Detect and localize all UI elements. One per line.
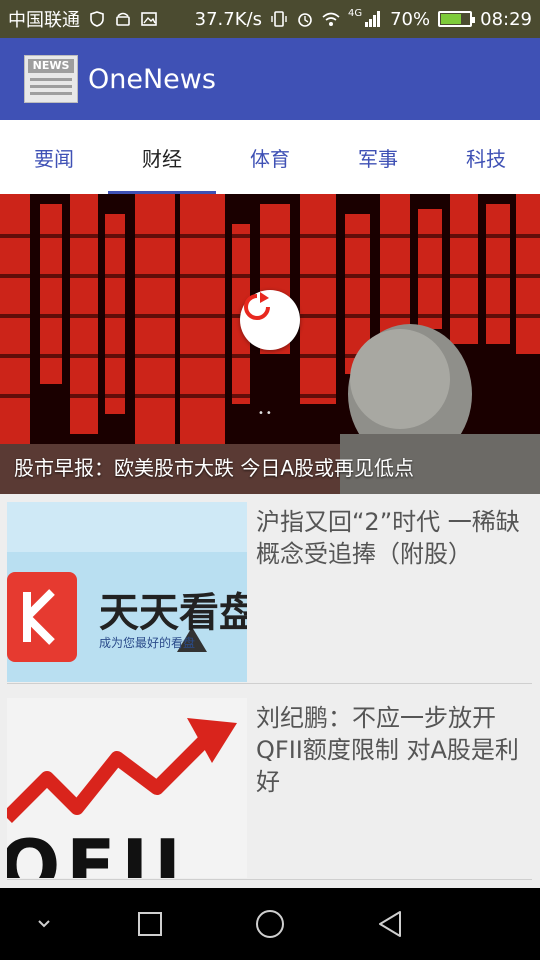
- news-logo-icon: NEWS: [24, 55, 78, 103]
- signal-icon: [365, 11, 381, 27]
- network-type: 4G: [347, 7, 363, 19]
- android-icon: [116, 12, 130, 26]
- news-title: 沪指又回“2”时代 一稀缺概念受追捧（附股）: [256, 508, 520, 568]
- square-icon: [138, 912, 162, 936]
- wifi-icon: [322, 12, 340, 26]
- home-button[interactable]: [230, 888, 310, 960]
- pager-dots: ••: [258, 408, 274, 419]
- status-bar: 中国联通 37.7K/s 4G 70% 08:29: [0, 0, 540, 38]
- tab-finance[interactable]: 财经: [108, 120, 216, 194]
- battery-percent: 70%: [390, 8, 431, 30]
- banner-caption: 股市早报：欧美股市大跌 今日A股或再见低点: [14, 456, 415, 480]
- app-bar: NEWS OneNews: [0, 38, 540, 120]
- category-tabs: 要闻 财经 体育 军事 科技: [0, 120, 540, 194]
- news-item[interactable]: QFII 刘纪鹏：不应一步放开QFII额度限制 对A股是利好: [7, 698, 532, 880]
- tab-sports[interactable]: 体育: [216, 120, 324, 194]
- thumb-qfii-text: QFII: [7, 824, 187, 878]
- back-triangle-icon: [379, 911, 401, 937]
- back-button[interactable]: [350, 888, 430, 960]
- image-icon: [141, 12, 157, 26]
- carrier-label: 中国联通: [8, 10, 80, 31]
- news-title: 刘纪鹏：不应一步放开QFII额度限制 对A股是利好: [256, 704, 519, 796]
- shield-icon: [90, 11, 104, 27]
- battery-icon: [438, 11, 476, 27]
- news-thumbnail: QFII: [7, 698, 247, 878]
- featured-banner[interactable]: •• 股市早报：欧美股市大跌 今日A股或再见低点: [0, 194, 540, 494]
- alarm-icon: [298, 13, 312, 27]
- system-nav-bar: [0, 888, 540, 960]
- chevron-down-icon: [38, 920, 50, 928]
- thumb-brand-text: 天天看盘: [99, 590, 247, 636]
- thumb-slogan-text: 成为您最好的看盘: [99, 636, 196, 650]
- tab-headlines[interactable]: 要闻: [0, 120, 108, 194]
- vibrate-icon: [271, 11, 287, 27]
- tab-military[interactable]: 军事: [324, 120, 432, 194]
- news-item[interactable]: 天天看盘 成为您最好的看盘 沪指又回“2”时代 一稀缺概念受追捧（附股）: [7, 502, 532, 684]
- tab-tech[interactable]: 科技: [432, 120, 540, 194]
- app-title: OneNews: [88, 63, 216, 95]
- hide-nav-button[interactable]: [4, 888, 84, 960]
- circle-icon: [256, 910, 284, 938]
- recents-button[interactable]: [110, 888, 190, 960]
- news-thumbnail: 天天看盘 成为您最好的看盘: [7, 502, 247, 682]
- logo-text: NEWS: [28, 59, 74, 73]
- network-speed: 37.7K/s: [194, 8, 262, 30]
- clock: 08:29: [480, 8, 532, 30]
- refresh-icon: [244, 292, 270, 320]
- refresh-button[interactable]: [240, 290, 300, 350]
